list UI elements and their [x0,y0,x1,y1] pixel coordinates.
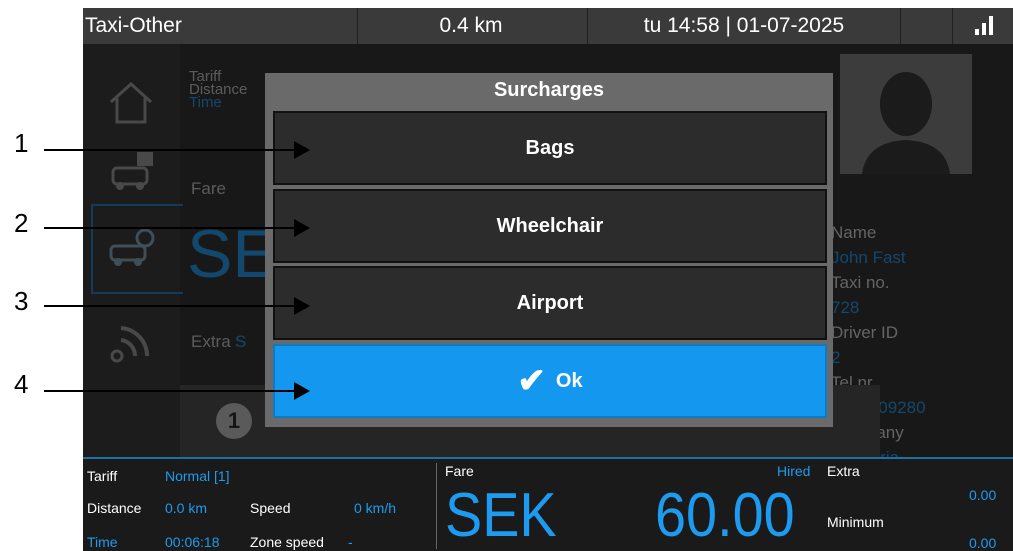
status-tariff-value: Normal [1] [165,468,230,484]
status-separator [436,463,437,549]
ok-label: Ok [555,369,583,392]
trip-distance: 0.4 km [355,8,588,44]
arrow-head-1-icon [294,141,310,159]
callout-arrow-2 [44,227,296,229]
date-time: tu 14:58 | 01-07-2025 [588,8,901,44]
arrow-head-3-icon [294,297,310,315]
topbar-empty-cell [901,8,953,44]
status-time-value: 00:06:18 [165,534,220,550]
callout-label-4: 4 [14,369,29,399]
status-extra-label: Extra [827,463,860,479]
status-speed-label: Speed [250,500,291,516]
arrow-head-4-icon [294,382,310,400]
service-title: Taxi-Other [83,8,358,44]
fare-amount: 60.00 [655,481,795,550]
taximeter-screen: Taxi-Other 0.4 km tu 14:58 | 01-07-2025 [83,8,1013,551]
status-zone-speed-value: - [348,534,353,550]
airport-button[interactable]: Airport [273,266,827,340]
status-tariff-label: Tariff [87,468,118,484]
callout-arrow-3 [44,305,296,307]
callout-arrow-4 [44,390,296,392]
arrow-head-2-icon [294,219,310,237]
status-minimum-label: Minimum [827,514,884,530]
status-speed-value: 0 km/h [354,500,397,516]
checkmark-icon: ✔ [517,362,546,400]
signal-strength-icon [953,8,1013,44]
status-distance-label: Distance [87,500,142,516]
surcharges-dialog: Surcharges Bags Wheelchair Airport ✔ Ok [265,73,833,427]
meter-status-bar: Tariff Normal [1] Distance 0.0 km Speed … [83,457,1013,551]
fare-currency: SEK [445,481,557,550]
callout-label-1: 1 [14,128,29,158]
status-fare-label: Fare [445,463,474,479]
bags-button[interactable]: Bags [273,111,827,185]
status-time-label: Time [87,534,118,550]
callout-label-2: 2 [14,208,29,238]
hired-status: Hired [777,463,811,479]
status-minimum-value: 0.00 [969,535,997,551]
ok-button[interactable]: ✔ Ok [273,344,827,418]
dialog-title: Surcharges [493,79,605,101]
wheelchair-button[interactable]: Wheelchair [273,189,827,263]
status-distance-value: 0.0 km [165,500,208,516]
callout-arrow-1 [44,149,296,151]
top-bar: Taxi-Other 0.4 km tu 14:58 | 01-07-2025 [83,8,1013,44]
callout-label-3: 3 [14,286,29,316]
status-zone-speed-label: Zone speed [250,534,324,550]
status-extra-value: 0.00 [969,487,997,503]
